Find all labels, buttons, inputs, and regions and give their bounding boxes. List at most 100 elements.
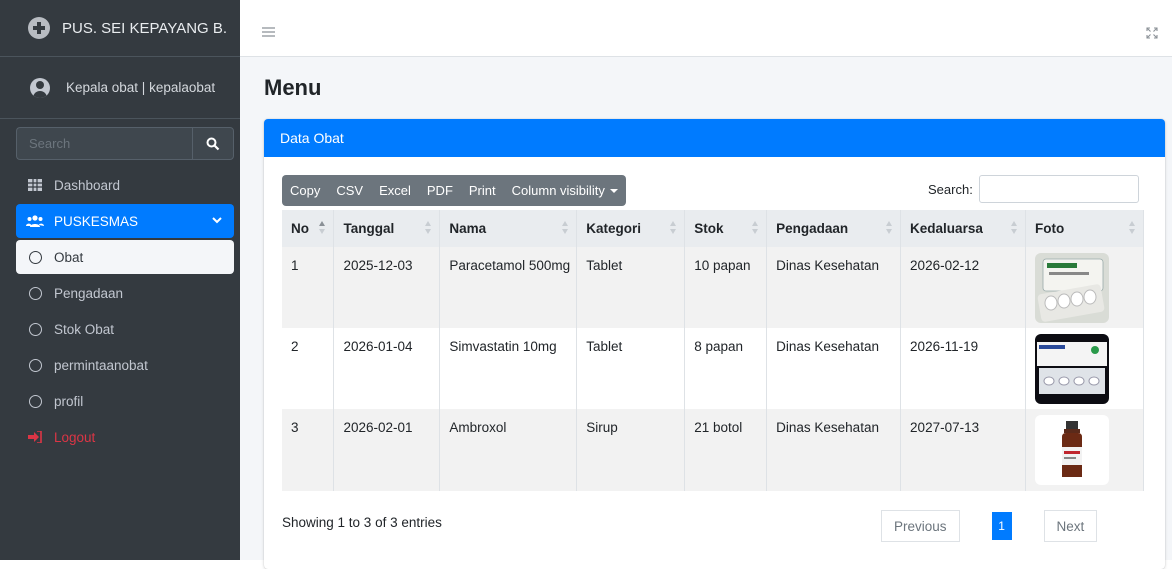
table-search-input[interactable] [978, 175, 1139, 203]
ambroxol-photo[interactable] [1034, 415, 1109, 485]
brand[interactable]: PUS. SEI KEPAYANG B. [0, 0, 240, 57]
sort-icon [1129, 221, 1135, 235]
sort-icon [425, 221, 432, 235]
table-row: 1 2025-12-03 Paracetamol 500mg Tablet 10… [282, 247, 1145, 328]
sidebar-item-obat[interactable]: Obat [16, 240, 234, 274]
sort-icon [562, 221, 569, 235]
copy-button[interactable]: Copy [282, 175, 328, 206]
column-header-kategori[interactable]: Kategori [576, 210, 686, 247]
column-header-label: Stok [694, 221, 724, 236]
cell-kedaluarsa: 2026-02-12 [900, 247, 1026, 328]
sidebar-item-label: Stok Obat [54, 321, 115, 337]
search-icon [206, 137, 220, 150]
user-name: Kepala obat | kepalaobat [66, 80, 216, 95]
sidebar-item-puskesmas[interactable]: PUSKESMAS [16, 204, 234, 238]
simvastatin-photo[interactable] [1034, 334, 1109, 404]
column-header-label: Nama [449, 221, 487, 236]
pdf-button[interactable]: PDF [419, 175, 461, 206]
sidebar-search-button[interactable] [192, 127, 234, 160]
paracetamol-photo[interactable] [1034, 253, 1109, 323]
data-table: No Tanggal Nama Kategori Stok Pengadaan … [282, 210, 1145, 491]
cell-kedaluarsa: 2026-11-19 [900, 328, 1026, 409]
cell-foto [1025, 247, 1145, 328]
brand-logo-icon [28, 17, 50, 39]
users-icon [26, 215, 44, 227]
sidebar-item-label: Dashboard [54, 177, 121, 193]
sidebar-item-permintaanobat[interactable]: permintaanobat [16, 348, 234, 382]
table-icon [26, 179, 44, 191]
circle-icon [26, 322, 44, 336]
column-header-foto[interactable]: Foto [1025, 210, 1145, 247]
sidebar-item-label: Logout [54, 429, 96, 445]
column-visibility-button[interactable]: Column visibility [504, 175, 626, 206]
print-button[interactable]: Print [461, 175, 504, 206]
cell-no: 1 [282, 247, 335, 328]
cell-foto [1025, 409, 1145, 491]
sort-icon [670, 221, 677, 235]
circle-icon [26, 250, 44, 264]
sidebar-item-label: Pengadaan [54, 285, 124, 301]
column-header-nama[interactable]: Nama [439, 210, 578, 247]
csv-button[interactable]: CSV [328, 175, 371, 206]
column-header-label: Pengadaan [776, 221, 849, 236]
sidebar-item-stok-obat[interactable]: Stok Obat [16, 312, 234, 346]
circle-icon [26, 358, 44, 372]
column-header-pengadaan[interactable]: Pengadaan [766, 210, 902, 247]
cell-stok: 8 papan [684, 328, 768, 409]
content-area: Menu Data Obat Copy CSV Excel PDF Print … [240, 57, 1172, 569]
column-header-label: Tanggal [343, 221, 395, 236]
excel-button[interactable]: Excel [371, 175, 419, 206]
table-row: 2 2026-01-04 Simvastatin 10mg Tablet 8 p… [282, 328, 1145, 409]
user-avatar-icon [30, 77, 50, 98]
sort-icon [752, 221, 759, 235]
table-row: 3 2026-02-01 Ambroxol Sirup 21 botol Din… [282, 409, 1145, 491]
sort-icon [886, 221, 893, 235]
sidebar-item-logout[interactable]: Logout [16, 420, 234, 454]
column-header-label: Foto [1034, 221, 1065, 236]
caret-down-icon [609, 188, 618, 193]
cell-nama: Paracetamol 500mg [439, 247, 578, 328]
sidebar-item-profil[interactable]: profil [16, 384, 234, 418]
previous-button[interactable]: Previous [881, 510, 960, 542]
column-visibility-label: Column visibility [511, 183, 605, 198]
top-navbar [240, 0, 1172, 57]
column-header-no[interactable]: No [282, 210, 335, 247]
cell-tanggal: 2026-02-01 [333, 409, 441, 491]
sidebar-item-label: permintaanobat [54, 357, 148, 373]
cell-kategori: Tablet [576, 328, 686, 409]
fullscreen-icon[interactable] [1146, 27, 1158, 43]
cell-nama: Ambroxol [439, 409, 578, 491]
column-header-kedaluarsa[interactable]: Kedaluarsa [900, 210, 1026, 247]
cell-nama: Simvastatin 10mg [439, 328, 578, 409]
sidebar-item-pengadaan[interactable]: Pengadaan [16, 276, 234, 310]
page-title: Menu [264, 75, 322, 100]
cell-pengadaan: Dinas Kesehatan [766, 409, 902, 491]
column-header-label: Kategori [586, 221, 642, 236]
sidebar-search-input[interactable] [16, 127, 192, 160]
brand-name: PUS. SEI KEPAYANG B. [62, 19, 228, 37]
column-header-tanggal[interactable]: Tanggal [333, 210, 441, 247]
circle-icon [26, 286, 44, 300]
sidebar-search [16, 127, 234, 160]
cell-pengadaan: Dinas Kesehatan [766, 247, 902, 328]
cell-stok: 21 botol [684, 409, 768, 491]
table-header-row: No Tanggal Nama Kategori Stok Pengadaan … [282, 210, 1145, 247]
cell-kategori: Tablet [576, 247, 686, 328]
pagination: Previous 1 Next [881, 510, 1098, 542]
user-panel[interactable]: Kepala obat | kepalaobat [0, 57, 240, 119]
circle-icon [26, 394, 44, 408]
sort-icon [1010, 221, 1017, 235]
cell-no: 3 [282, 409, 335, 491]
chevron-down-icon [212, 213, 222, 228]
cell-kedaluarsa: 2027-07-13 [900, 409, 1026, 491]
export-button-group: Copy CSV Excel PDF Print Column visibili… [282, 175, 626, 206]
page-1-button[interactable]: 1 [991, 512, 1012, 540]
sidebar-item-dashboard[interactable]: Dashboard [16, 168, 234, 202]
sidebar-item-label: profil [54, 393, 84, 409]
next-button[interactable]: Next [1043, 510, 1098, 542]
sort-icon [319, 221, 326, 235]
cell-no: 2 [282, 328, 335, 409]
hamburger-menu-icon[interactable] [262, 26, 275, 41]
column-header-stok[interactable]: Stok [684, 210, 768, 247]
data-obat-card: Data Obat Copy CSV Excel PDF Print Colum… [264, 119, 1165, 569]
